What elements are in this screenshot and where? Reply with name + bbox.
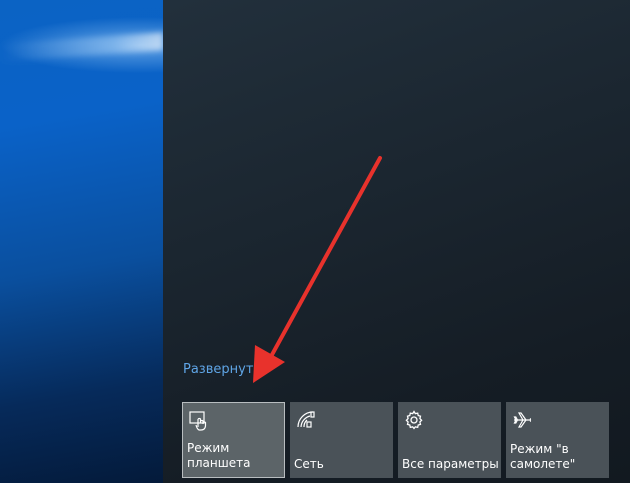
network-label: Сеть (294, 457, 324, 471)
quick-actions: Режим планшета Сеть Все параметры Режим … (182, 402, 609, 478)
wallpaper-light-streak (0, 32, 163, 62)
action-center-panel: Развернуть Режим планшета Сеть Все парам… (163, 0, 630, 483)
network-tile[interactable]: Сеть (290, 402, 393, 478)
tablet-mode-icon (189, 411, 209, 431)
all-settings-tile[interactable]: Все параметры (398, 402, 501, 478)
tablet-mode-label: Режим планшета (187, 441, 251, 470)
airplane-mode-tile[interactable]: Режим "в самолете" (506, 402, 609, 478)
tablet-mode-tile[interactable]: Режим планшета (182, 402, 285, 478)
desktop-background (0, 0, 163, 483)
screen: Развернуть Режим планшета Сеть Все парам… (0, 0, 630, 483)
network-icon (296, 410, 316, 430)
gear-icon (404, 410, 424, 430)
airplane-icon (512, 410, 532, 430)
airplane-mode-label: Режим "в самолете" (510, 442, 576, 471)
all-settings-label: Все параметры (402, 457, 499, 471)
expand-link[interactable]: Развернуть (183, 362, 261, 377)
